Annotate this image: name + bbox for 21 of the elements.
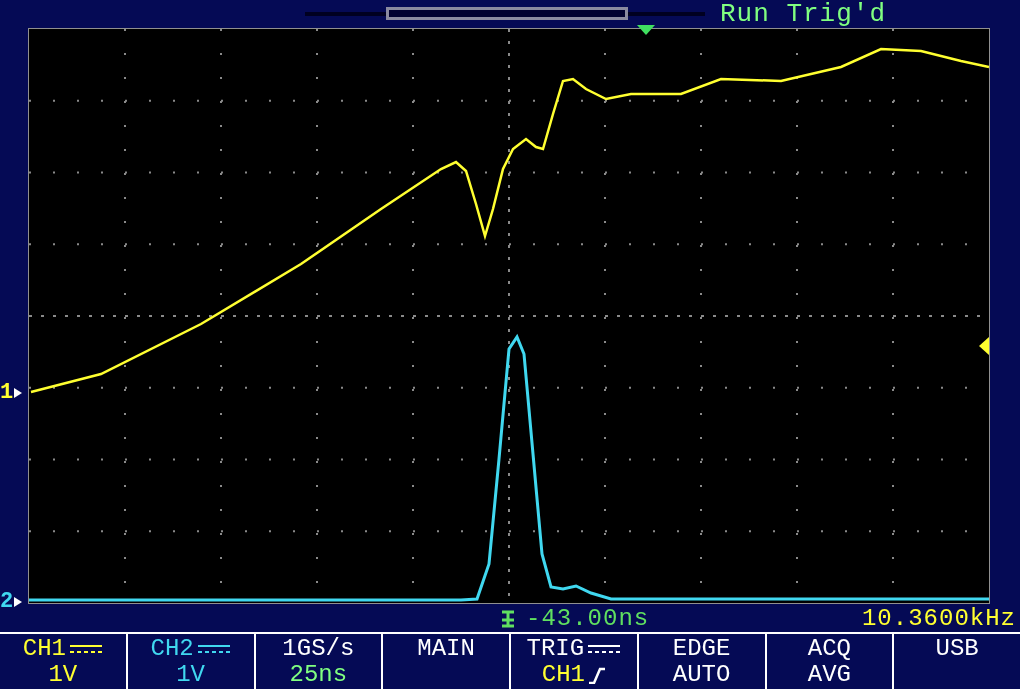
marker-arrow-icon (14, 596, 23, 607)
trigger-level-icon (979, 337, 989, 355)
channel-marker: 2 (0, 589, 14, 614)
menu-softkey[interactable]: USB (894, 634, 1020, 689)
coupling-icon (587, 643, 622, 655)
menu-softkey[interactable]: CH2 1V (127, 634, 256, 689)
channel-marker: 1 (0, 380, 14, 405)
menu-softkey[interactable]: MAIN (383, 634, 511, 689)
frequency-reading: 10.3600kHz (861, 604, 1016, 632)
marker-arrow-icon (14, 387, 23, 398)
coupling-icon (69, 643, 103, 655)
trigger-position-icon (637, 25, 655, 35)
status-text: Run Trig'd (720, 0, 887, 29)
rising-edge-icon (588, 666, 606, 684)
time-offset: -43.00ns (526, 604, 650, 632)
menu-softkey[interactable]: CH1 1V (0, 634, 128, 689)
menu-softkey[interactable]: TRIG CH1 (511, 634, 639, 689)
menu-softkey[interactable]: EDGE AUTO (638, 634, 767, 689)
menu-softkey[interactable]: 1GS/s 25ns (255, 634, 384, 689)
coupling-icon (196, 643, 231, 655)
menu-softkey[interactable]: ACQ AVG (766, 634, 895, 689)
